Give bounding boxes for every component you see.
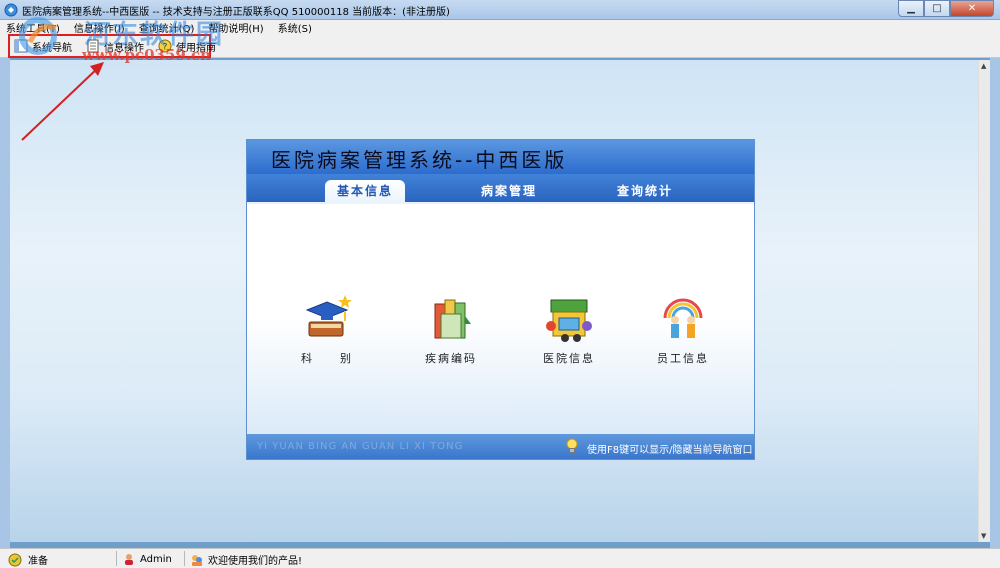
nav-staff-info-label: 员工信息 xyxy=(657,352,709,365)
footer-pinyin: YI YUAN BING AN GUAN LI XI TONG xyxy=(257,441,464,452)
scroll-down-icon[interactable]: ▼ xyxy=(981,532,986,540)
nav-department-label: 科 别 xyxy=(301,352,353,365)
nav-department[interactable]: 科 别 xyxy=(277,294,377,366)
window-controls: ▁ □ ✕ xyxy=(898,0,994,17)
annotation-arrow xyxy=(21,62,104,141)
tab-case-management[interactable]: 病案管理 xyxy=(469,180,549,204)
minimize-button[interactable]: ▁ xyxy=(898,0,924,17)
nav-hospital-info-label: 医院信息 xyxy=(543,352,595,365)
maximize-button[interactable]: □ xyxy=(924,0,950,17)
status-ready-icon xyxy=(8,553,22,566)
status-message: 欢迎使用我们的产品! xyxy=(190,552,302,567)
tab-basic-info[interactable]: 基本信息 xyxy=(325,180,405,204)
graduation-book-icon xyxy=(305,295,352,337)
user-icon xyxy=(125,554,133,565)
vertical-scrollbar[interactable]: ▲ ▼ xyxy=(978,60,990,542)
status-message-text: 欢迎使用我们的产品! xyxy=(208,556,303,567)
status-separator xyxy=(184,551,185,566)
panel-header: 医院病案管理系统--中西医版 xyxy=(247,140,754,174)
shop-icon xyxy=(546,299,592,342)
nav-disease-code[interactable]: 疾病编码 xyxy=(401,294,501,366)
status-user-text: Admin xyxy=(140,553,172,565)
footer-hint: 使用F8键可以显示/隐藏当前导航窗口 xyxy=(587,445,753,456)
people-icon xyxy=(663,298,703,338)
status-separator xyxy=(116,551,117,566)
nav-disease-code-label: 疾病编码 xyxy=(425,352,477,365)
panel-body: 科 别 疾病编码 医院信息 员工信息 xyxy=(247,204,754,434)
welcome-icon xyxy=(192,554,202,566)
status-ready: 准备 xyxy=(8,552,48,567)
window-frame-right xyxy=(990,58,1000,548)
menu-system[interactable]: 系统(S) xyxy=(278,20,312,35)
status-ready-text: 准备 xyxy=(28,556,48,567)
status-user: Admin xyxy=(122,552,172,566)
status-bar: 准备 Admin 欢迎使用我们的产品! xyxy=(0,548,1000,568)
close-button[interactable]: ✕ xyxy=(950,0,994,17)
lightbulb-icon xyxy=(566,438,578,453)
panel-tabbar: 基本信息 病案管理 查询统计 xyxy=(247,174,754,204)
nav-hospital-info[interactable]: 医院信息 xyxy=(519,294,619,366)
panel-footer: YI YUAN BING AN GUAN LI XI TONG 使用F8键可以显… xyxy=(247,434,754,459)
scroll-up-icon[interactable]: ▲ xyxy=(981,62,986,70)
tab-query-statistics[interactable]: 查询统计 xyxy=(605,180,685,204)
nav-staff-info[interactable]: 员工信息 xyxy=(633,294,733,366)
books-icon xyxy=(434,299,471,339)
navigation-panel: 医院病案管理系统--中西医版 基本信息 病案管理 查询统计 科 别 疾病编码 医… xyxy=(246,139,755,460)
panel-title: 医院病案管理系统--中西医版 xyxy=(271,148,568,172)
